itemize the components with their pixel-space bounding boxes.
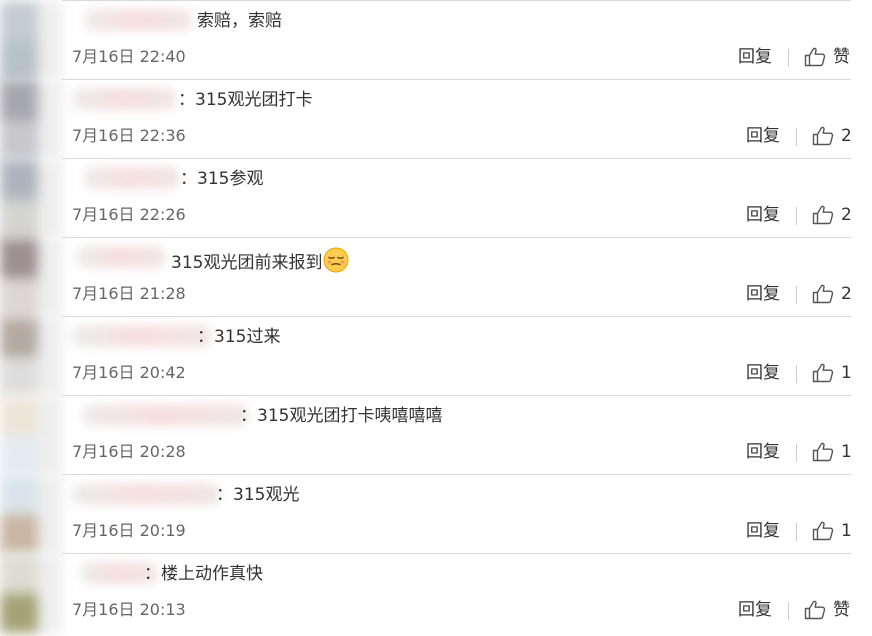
reply-button[interactable]: 回复 bbox=[746, 204, 780, 226]
like-count: 2 bbox=[841, 284, 852, 304]
thumbs-up-icon bbox=[812, 126, 834, 146]
comment-item: 索赔，索赔 7月16日 22:40 回复 赞 bbox=[0, 1, 872, 80]
thumbs-up-icon bbox=[812, 284, 834, 304]
like-count: 1 bbox=[841, 442, 852, 462]
action-separator bbox=[796, 128, 797, 146]
comment-text: ：315观光团打卡 bbox=[178, 90, 313, 110]
thumbs-up-icon bbox=[812, 363, 834, 383]
smirk-emoji-icon bbox=[323, 247, 349, 273]
reply-button[interactable]: 回复 bbox=[746, 520, 780, 542]
like-count: 赞 bbox=[833, 47, 850, 67]
comment-item: ：315过来 7月16日 20:42 回复 1 bbox=[0, 317, 872, 396]
action-separator bbox=[796, 365, 797, 383]
like-count: 2 bbox=[841, 126, 852, 146]
reply-button[interactable]: 回复 bbox=[746, 362, 780, 384]
comment-timestamp: 7月16日 21:28 bbox=[72, 284, 186, 303]
username-blurred[interactable] bbox=[84, 167, 180, 189]
comment-item: ：楼上动作真快 7月16日 20:13 回复 赞 bbox=[0, 554, 872, 633]
avatar[interactable] bbox=[0, 317, 62, 396]
reply-button[interactable]: 回复 bbox=[746, 441, 780, 463]
avatar[interactable] bbox=[0, 238, 62, 317]
username-blurred[interactable] bbox=[72, 88, 176, 110]
reply-button[interactable]: 回复 bbox=[746, 283, 780, 305]
avatar[interactable] bbox=[0, 1, 62, 80]
thumbs-up-icon bbox=[812, 442, 834, 462]
like-count: 1 bbox=[841, 363, 852, 383]
thumbs-up-icon bbox=[804, 600, 826, 620]
comment-item: ：315参观 7月16日 22:26 回复 2 bbox=[0, 159, 872, 238]
username-blurred[interactable] bbox=[76, 246, 166, 268]
comment-timestamp: 7月16日 20:19 bbox=[72, 521, 186, 540]
avatar[interactable] bbox=[0, 554, 62, 633]
comment-timestamp: 7月16日 20:42 bbox=[72, 363, 186, 382]
avatar[interactable] bbox=[0, 159, 62, 238]
action-separator bbox=[796, 523, 797, 541]
comment-timestamp: 7月16日 20:28 bbox=[72, 442, 186, 461]
comment-timestamp: 7月16日 20:13 bbox=[72, 600, 186, 619]
thumbs-up-icon bbox=[812, 521, 834, 541]
action-separator bbox=[788, 49, 789, 67]
comment-text: ：315观光团打卡咦嘻嘻嘻 bbox=[240, 406, 443, 426]
action-separator bbox=[796, 444, 797, 462]
like-count: 赞 bbox=[833, 600, 850, 620]
comment-text: 315观光团前来报到 bbox=[171, 247, 349, 274]
avatar[interactable] bbox=[0, 475, 62, 554]
like-count: 2 bbox=[841, 205, 852, 225]
avatar[interactable] bbox=[0, 80, 62, 159]
action-separator bbox=[788, 602, 789, 620]
comment-text: ：315观光 bbox=[216, 485, 300, 505]
comment-item: ：315观光团打卡咦嘻嘻嘻 7月16日 20:28 回复 1 bbox=[0, 396, 872, 475]
username-blurred[interactable] bbox=[72, 325, 212, 347]
reply-button[interactable]: 回复 bbox=[746, 125, 780, 147]
comment-item: ：315观光团打卡 7月16日 22:36 回复 2 bbox=[0, 80, 872, 159]
like-count: 1 bbox=[841, 521, 852, 541]
thumbs-up-icon bbox=[804, 47, 826, 67]
action-separator bbox=[796, 207, 797, 225]
comment-text: ：315过来 bbox=[197, 327, 281, 347]
reply-button[interactable]: 回复 bbox=[738, 599, 772, 621]
username-blurred[interactable] bbox=[82, 404, 248, 426]
action-separator bbox=[796, 286, 797, 304]
comment-timestamp: 7月16日 22:36 bbox=[72, 126, 186, 145]
comment-timestamp: 7月16日 22:26 bbox=[72, 205, 186, 224]
avatar[interactable] bbox=[0, 396, 62, 475]
reply-button[interactable]: 回复 bbox=[738, 46, 772, 68]
comment-text: 索赔，索赔 bbox=[197, 11, 282, 31]
comment-text: ：315参观 bbox=[180, 169, 264, 189]
username-blurred[interactable] bbox=[72, 483, 220, 505]
username-blurred[interactable] bbox=[84, 9, 192, 31]
comment-item: 315观光团前来报到 7月16日 21:28 回复 2 bbox=[0, 238, 872, 317]
comment-item: ：315观光 7月16日 20:19 回复 1 bbox=[0, 475, 872, 554]
comment-text: ：楼上动作真快 bbox=[144, 564, 263, 584]
comment-text-content: 315观光团前来报到 bbox=[171, 253, 323, 273]
comment-timestamp: 7月16日 22:40 bbox=[72, 47, 186, 66]
thumbs-up-icon bbox=[812, 205, 834, 225]
